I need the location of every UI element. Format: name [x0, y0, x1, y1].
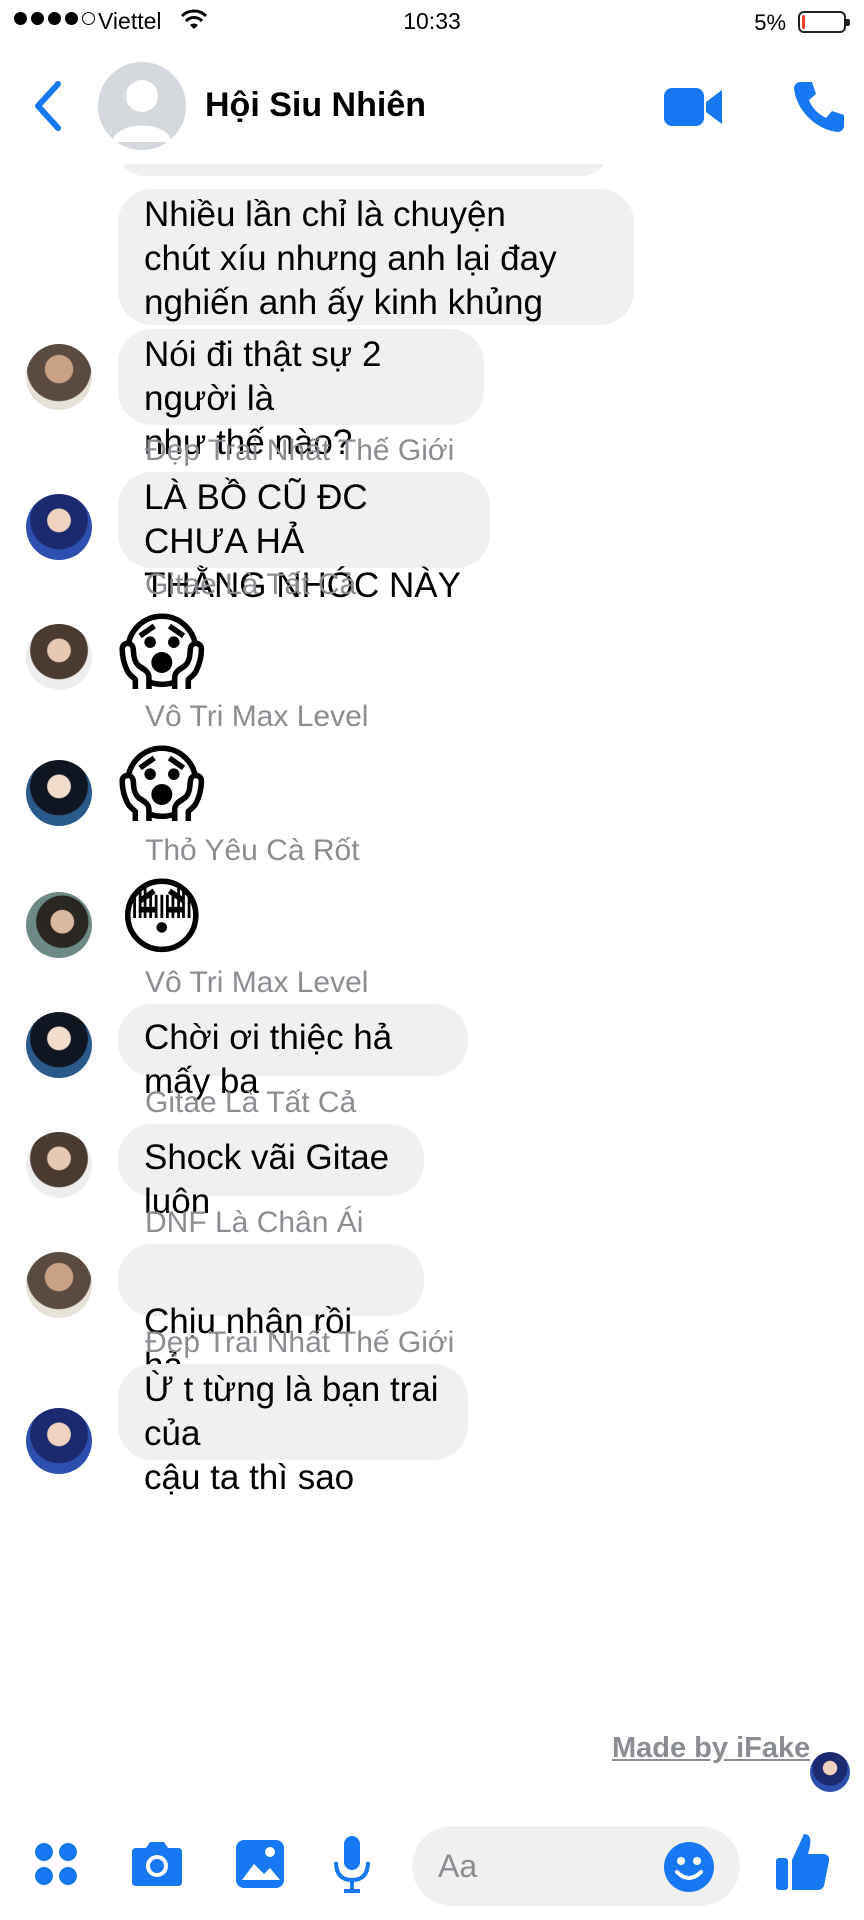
message-bubble-partial — [118, 164, 608, 176]
sender-avatar[interactable] — [26, 494, 92, 560]
sender-name: Vô Tri Max Level — [145, 700, 369, 733]
watermark-avatar — [810, 1752, 850, 1792]
message-bubble[interactable]: LÀ BỒ CŨ ĐC CHƯA HẢ THẰNG NHÓC NÀY — [118, 472, 490, 605]
message-bubble[interactable]: Ừ t từng là bạn trai của cậu ta thì sao — [118, 1364, 468, 1497]
flushed-emoji-icon: 😳 — [118, 868, 206, 966]
chat-header: Hội Siu Nhiên — [0, 46, 864, 164]
sender-avatar[interactable] — [26, 624, 92, 690]
watermark-text: Made by iFake — [612, 1732, 811, 1764]
message-bubble[interactable]: Shock vãi Gitae luôn — [118, 1124, 424, 1221]
more-apps-icon[interactable] — [32, 1840, 80, 1888]
sender-avatar[interactable] — [26, 892, 92, 958]
video-call-icon[interactable] — [662, 84, 724, 130]
message-bubble[interactable]: Nhiều lần chỉ là chuyện chút xíu nhưng a… — [118, 189, 634, 325]
sender-name: Gitae Là Tất Cả — [145, 568, 357, 601]
scream-emoji-icon: 😱 — [118, 735, 206, 833]
photo-gallery-icon[interactable] — [234, 1838, 286, 1890]
battery-icon — [798, 11, 850, 33]
camera-icon[interactable] — [128, 1840, 186, 1888]
sender-name: Đẹp Trai Nhất Thế Giới — [145, 1326, 455, 1359]
scream-emoji-icon: 😱 — [118, 603, 206, 701]
default-person-icon — [112, 80, 172, 142]
message-bubble[interactable]: Chịu nhận rồi hả 😏 — [118, 1244, 424, 1429]
back-chevron-icon[interactable] — [28, 78, 68, 134]
sender-name: Vô Tri Max Level — [145, 966, 369, 999]
message-bubble[interactable]: Chời ơi thiệc hả mấy ba — [118, 1004, 468, 1101]
emoji-picker-icon[interactable] — [662, 1840, 716, 1894]
clock: 10:33 — [403, 8, 461, 34]
microphone-icon[interactable] — [332, 1834, 372, 1894]
sender-avatar[interactable] — [26, 1408, 92, 1474]
group-avatar[interactable] — [98, 62, 186, 150]
message-input[interactable]: Aa — [412, 1826, 740, 1906]
conversation-title[interactable]: Hội Siu Nhiên — [205, 86, 426, 125]
sender-avatar[interactable] — [26, 1132, 92, 1198]
sender-name: Đẹp Trai Nhất Thế Giới — [145, 434, 455, 467]
message-bubble[interactable]: Nói đi thật sự 2 người là như thế nào? — [118, 329, 484, 462]
sender-avatar[interactable] — [26, 1252, 92, 1318]
message-composer: Aa — [0, 1800, 864, 1920]
phone-call-icon[interactable] — [790, 78, 846, 134]
sender-name: Thỏ Yêu Cà Rốt — [145, 834, 360, 867]
sender-name: Gitae Là Tất Cả — [145, 1086, 357, 1119]
input-placeholder: Aa — [438, 1848, 478, 1884]
sender-avatar[interactable] — [26, 1012, 92, 1078]
battery-percent: 5% — [754, 10, 786, 35]
sender-avatar[interactable] — [26, 760, 92, 826]
thumbs-up-icon[interactable] — [774, 1830, 832, 1894]
status-bar: Viettel 10:33 5% — [0, 0, 864, 46]
sender-avatar[interactable] — [26, 344, 92, 410]
message-list[interactable]: Nhiều lần chỉ là chuyện chút xíu nhưng a… — [0, 164, 864, 1794]
sender-name: DNF Là Chân Ái — [145, 1206, 364, 1239]
